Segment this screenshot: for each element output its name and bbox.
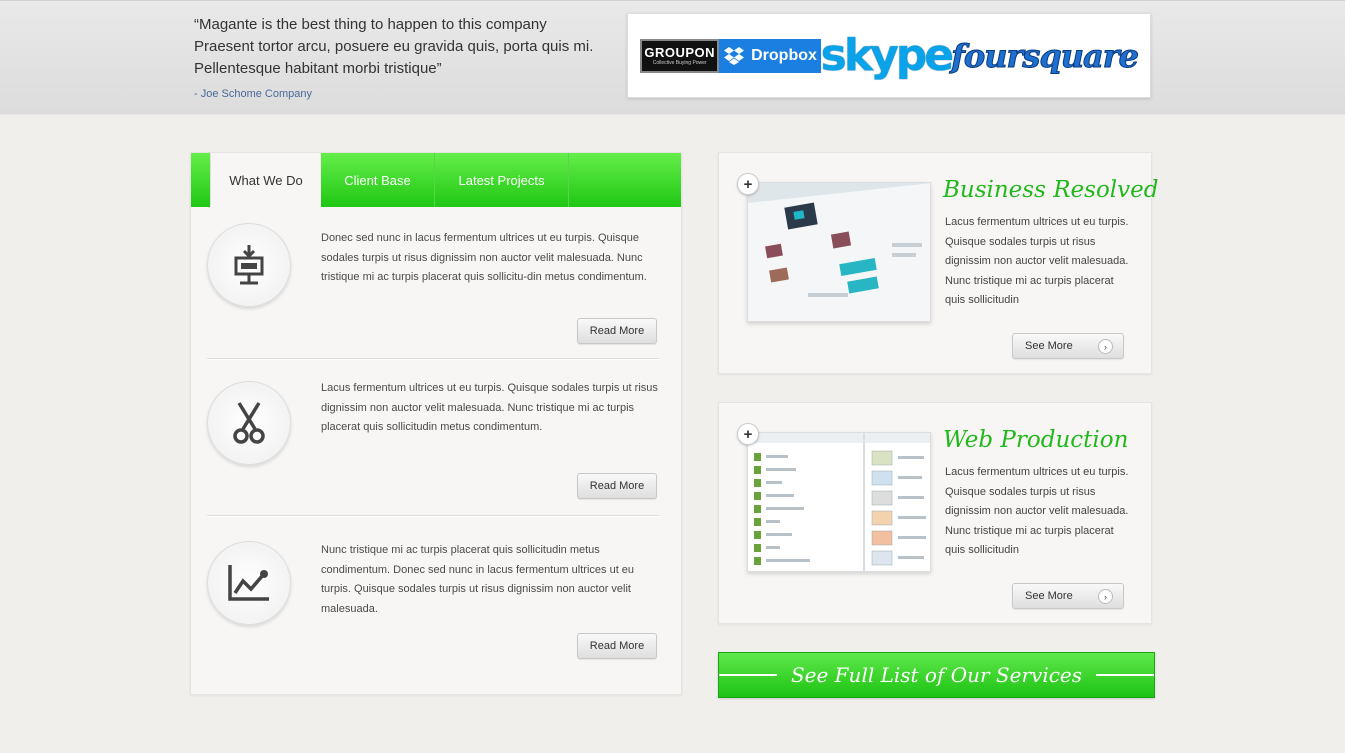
service-title: Web Production (943, 427, 1129, 453)
row-divider (207, 515, 659, 516)
tab-latest-projects[interactable]: Latest Projects (435, 153, 569, 207)
feature-text: Donec sed nunc in lacus fermentum ultric… (321, 232, 647, 283)
dropbox-logo[interactable]: Dropbox (719, 38, 821, 73)
feature-row: Lacus fermentum ultrices ut eu turpis. Q… (207, 365, 659, 515)
feature-text: Nunc tristique mi ac turpis placerat qui… (321, 544, 635, 615)
see-full-list-label: See Full List of Our Services (790, 663, 1083, 687)
service-card-web-production: + Web Production Lacus fermentum ultrice… (718, 402, 1152, 624)
see-more-button[interactable]: See More › (1012, 583, 1124, 609)
testimonial-author: - Joe Schome Company (194, 88, 312, 100)
groupon-logo-text: GROUPON (644, 45, 715, 60)
feature-row: Nunc tristique mi ac turpis placerat qui… (207, 525, 659, 675)
scissors-icon (207, 381, 291, 465)
see-more-label: See More (1025, 590, 1073, 602)
testimonial-quote: “Magante is the best thing to happen to … (194, 16, 594, 77)
see-full-list-button[interactable]: See Full List of Our Services (718, 652, 1155, 698)
tab-what-we-do[interactable]: What We Do (211, 153, 321, 207)
tab-client-base[interactable]: Client Base (321, 153, 435, 207)
groupon-logo-tagline: Collective Buying Power (652, 60, 707, 66)
tab-bar: What We Do Client Base Latest Projects (191, 153, 681, 207)
read-more-button[interactable]: Read More (577, 633, 657, 659)
service-text: Lacus fermentum ultrices ut eu turpis. Q… (945, 466, 1129, 556)
feature-text: Lacus fermentum ultrices ut eu turpis. Q… (321, 382, 658, 433)
decorative-line (719, 674, 777, 676)
web-production-thumbnail[interactable] (747, 432, 931, 572)
decorative-line (1096, 674, 1154, 676)
client-logos: GROUPON Collective Buying Power Dropbox … (627, 13, 1151, 98)
line-chart-icon (207, 541, 291, 625)
read-more-button[interactable]: Read More (577, 318, 657, 344)
feature-row: Donec sed nunc in lacus fermentum ultric… (207, 207, 659, 357)
chevron-right-icon: › (1098, 339, 1113, 354)
zoom-plus-icon[interactable]: + (737, 423, 759, 445)
what-we-do-panel: What We Do Client Base Latest Projects D… (190, 152, 682, 695)
service-title: Business Resolved (943, 177, 1159, 203)
presentation-board-icon (207, 223, 291, 307)
read-more-button[interactable]: Read More (577, 473, 657, 499)
dropbox-logo-text: Dropbox (751, 46, 817, 64)
see-more-label: See More (1025, 340, 1073, 352)
chevron-right-icon: › (1098, 589, 1113, 604)
service-text: Lacus fermentum ultrices ut eu turpis. Q… (945, 216, 1129, 306)
row-divider (207, 358, 659, 359)
groupon-logo[interactable]: GROUPON Collective Buying Power (640, 38, 720, 73)
business-thumbnail[interactable] (747, 182, 931, 322)
foursquare-logo[interactable]: foursquare (951, 36, 1140, 75)
see-more-button[interactable]: See More › (1012, 333, 1124, 359)
dropbox-icon (724, 46, 745, 65)
skype-logo[interactable]: skype (821, 30, 954, 81)
zoom-plus-icon[interactable]: + (737, 173, 759, 195)
service-card-business-resolved: + Business Resolved Lacus fermentum ultr… (718, 152, 1158, 374)
